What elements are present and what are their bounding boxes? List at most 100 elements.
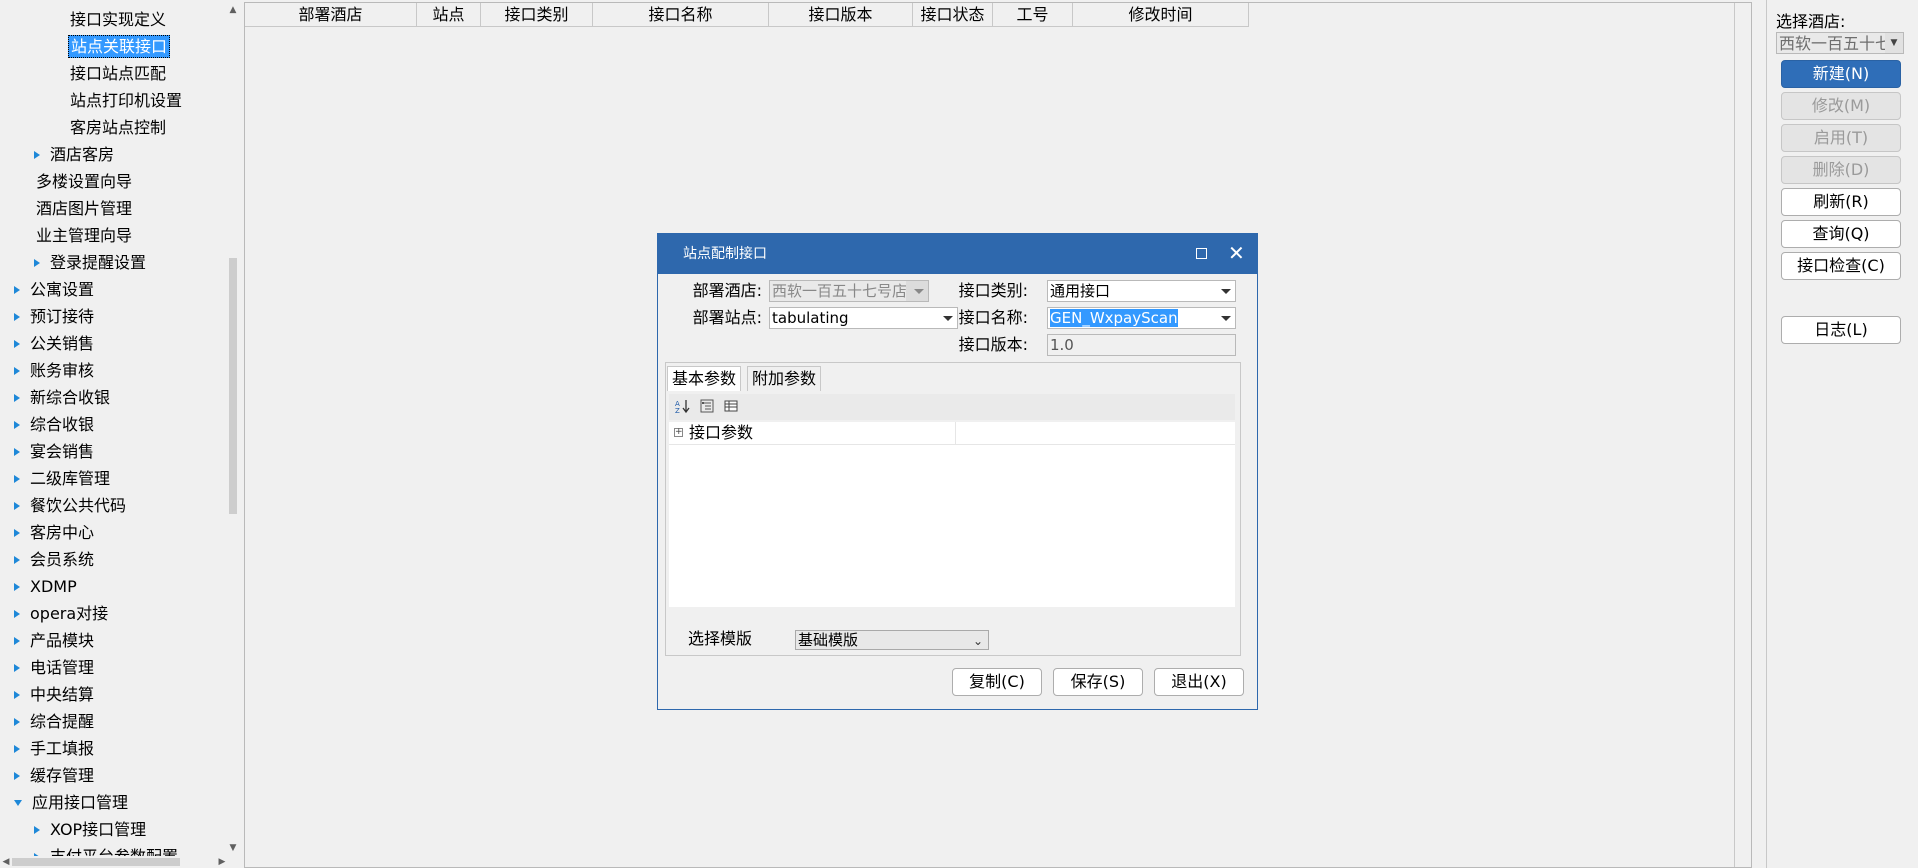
tree-item[interactable]: 多楼设置向导 [34,169,134,195]
tree-item[interactable]: 产品模块 [14,628,96,654]
tree-item[interactable]: 应用接口管理 [14,790,130,816]
scrollbar-thumb[interactable] [12,858,180,866]
tree-item[interactable]: 预订接待 [14,304,96,330]
tree-item[interactable]: 客房站点控制 [68,115,168,141]
expand-icon[interactable]: + [674,428,683,437]
tree-item[interactable]: 中央结算 [14,682,96,708]
name-select[interactable]: GEN_WxpayScan [1047,307,1236,329]
caret-right-icon[interactable] [14,528,20,537]
delete-button[interactable]: 删除(D) [1781,156,1901,184]
interface-check-button[interactable]: 接口检查(C) [1781,252,1901,280]
tree-item[interactable]: 综合提醒 [14,709,96,735]
column-header[interactable]: 工号 [993,3,1073,27]
tree-item[interactable]: 会员系统 [14,547,96,573]
category-select[interactable]: 通用接口 [1047,280,1236,302]
caret-right-icon[interactable] [14,582,20,591]
maximize-icon[interactable] [1196,248,1207,259]
tab-extra-params[interactable]: 附加参数 [747,366,822,391]
tree-item[interactable]: 手工填报 [14,736,96,762]
tree-item[interactable]: 新综合收银 [14,385,112,411]
modify-button[interactable]: 修改(M) [1781,92,1901,120]
tree-item[interactable]: XOP接口管理 [34,817,148,843]
caret-right-icon[interactable] [34,825,40,834]
version-field[interactable]: 1.0 [1047,334,1236,356]
tree-item[interactable]: 站点打印机设置 [68,88,184,114]
caret-right-icon[interactable] [14,474,20,483]
refresh-button[interactable]: 刷新(R) [1781,188,1901,216]
scrollbar-thumb[interactable] [229,258,237,514]
tree-item[interactable]: 餐饮公共代码 [14,493,128,519]
tab-basic-params[interactable]: 基本参数 [667,366,742,391]
new-button[interactable]: 新建(N) [1781,60,1901,88]
tree-item[interactable]: 账务审核 [14,358,96,384]
column-header[interactable]: 修改时间 [1073,3,1249,27]
dropdown-button[interactable] [906,281,928,301]
tree-item[interactable]: 接口实现定义 [68,7,168,33]
dropdown-arrow-icon[interactable]: ▼ [1885,33,1903,53]
caret-right-icon[interactable] [14,393,20,402]
scroll-down-icon[interactable]: ▼ [228,842,238,854]
sort-alphabetical-icon[interactable]: A Z [675,398,691,414]
tree-item[interactable]: 公寓设置 [14,277,96,303]
tree-item[interactable]: 综合收银 [14,412,96,438]
template-select[interactable]: 基础模版 ⌄ [795,630,989,650]
tree-horizontal-scrollbar[interactable]: ◀ ▶ [0,856,228,868]
caret-right-icon[interactable] [14,609,20,618]
caret-right-icon[interactable] [34,150,40,159]
tree-item[interactable]: 登录提醒设置 [34,250,148,276]
tree-item[interactable]: 支付平台参数配置 [34,844,180,856]
log-button[interactable]: 日志(L) [1781,316,1901,344]
tree-item[interactable]: 酒店客房 [34,142,116,168]
column-header[interactable]: 部署酒店 [245,3,417,27]
query-button[interactable]: 查询(Q) [1781,220,1901,248]
tree-item[interactable]: 接口站点匹配 [68,61,168,87]
property-pages-icon[interactable] [723,398,739,414]
tree-vertical-scrollbar[interactable]: ▲ ▼ [228,0,238,856]
caret-right-icon[interactable] [14,447,20,456]
tree-item[interactable]: 缓存管理 [14,763,96,789]
tree-item[interactable]: 二级库管理 [14,466,112,492]
caret-right-icon[interactable] [14,312,20,321]
tree-item[interactable]: XDMP [14,574,79,600]
column-header[interactable]: 接口版本 [769,3,913,27]
tree-item[interactable]: 客房中心 [14,520,96,546]
tree-item[interactable]: 业主管理向导 [34,223,134,249]
caret-right-icon[interactable] [34,258,40,267]
caret-right-icon[interactable] [14,339,20,348]
column-header[interactable]: 接口状态 [913,3,993,27]
tree-item[interactable]: 站点关联接口 [68,34,171,60]
caret-right-icon[interactable] [14,771,20,780]
column-header[interactable]: 站点 [417,3,481,27]
caret-right-icon[interactable] [14,744,20,753]
caret-right-icon[interactable] [14,285,20,294]
caret-right-icon[interactable] [14,501,20,510]
column-header[interactable]: 接口名称 [593,3,769,27]
copy-button[interactable]: 复制(C) [952,668,1042,696]
caret-right-icon[interactable] [14,717,20,726]
caret-right-icon[interactable] [14,663,20,672]
caret-right-icon[interactable] [14,555,20,564]
scroll-up-icon[interactable]: ▲ [228,4,238,16]
hotel-field[interactable]: 西软一百五十七号店 [769,280,929,302]
tree-item[interactable]: 电话管理 [14,655,96,681]
save-button[interactable]: 保存(S) [1053,668,1143,696]
scroll-left-icon[interactable]: ◀ [0,856,12,868]
column-header[interactable]: 接口类别 [481,3,593,27]
tree-item[interactable]: 公关销售 [14,331,96,357]
grid-vertical-scrollbar[interactable] [1734,3,1751,867]
close-icon[interactable]: ✕ [1228,241,1245,265]
categorized-view-icon[interactable] [699,398,715,414]
site-select[interactable]: tabulating [769,307,958,329]
exit-button[interactable]: 退出(X) [1154,668,1244,696]
dialog-titlebar[interactable]: 站点配制接口 ✕ [658,234,1257,274]
tree-item[interactable]: 酒店图片管理 [34,196,134,222]
caret-right-icon[interactable] [14,636,20,645]
caret-down-icon[interactable] [14,799,22,806]
tree-item[interactable]: 宴会销售 [14,439,96,465]
property-grid-row[interactable]: + 接口参数 [669,422,1235,445]
caret-right-icon[interactable] [14,690,20,699]
hotel-select[interactable]: 西软一百五十七号店 ▼ [1776,32,1904,54]
caret-right-icon[interactable] [14,420,20,429]
scroll-right-icon[interactable]: ▶ [216,856,228,868]
enable-button[interactable]: 启用(T) [1781,124,1901,152]
